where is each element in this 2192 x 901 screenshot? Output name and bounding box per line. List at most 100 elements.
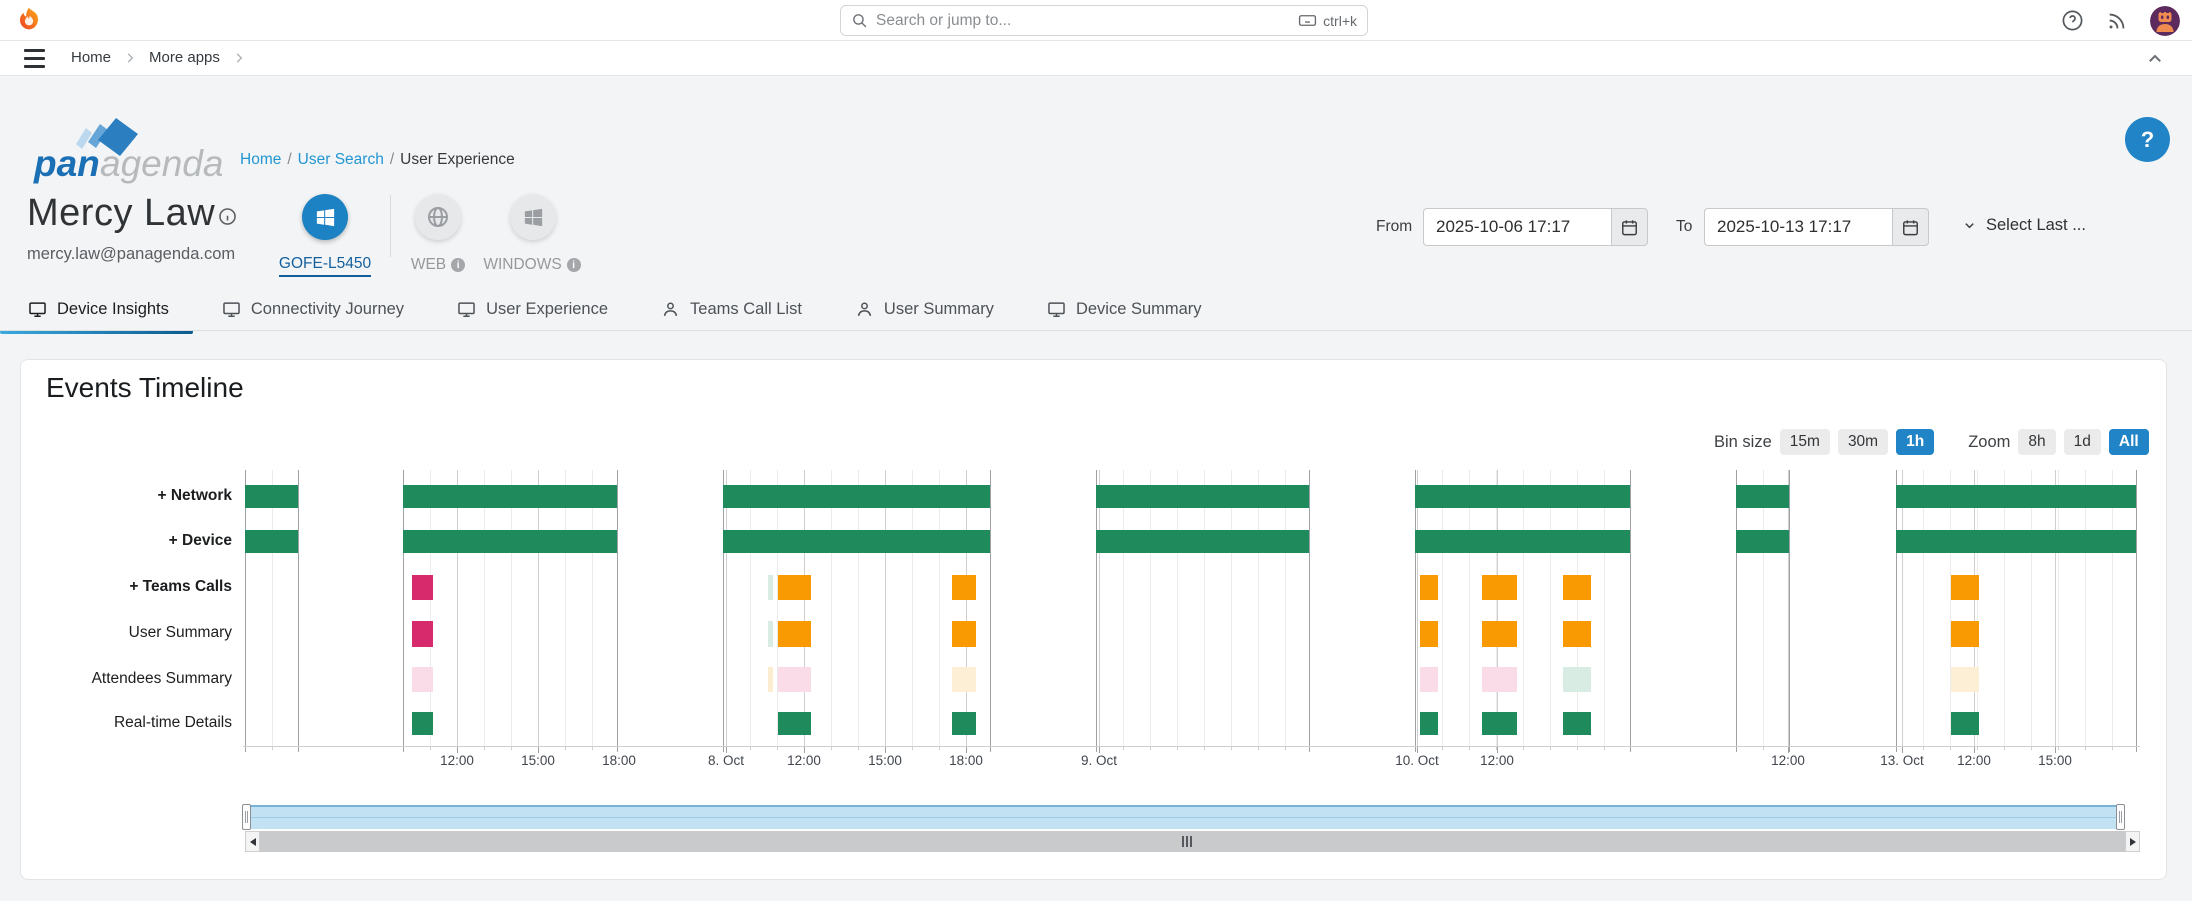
timeline-event[interactable] [412, 667, 433, 692]
scroll-left-button[interactable] [245, 831, 260, 852]
timeline-event[interactable] [778, 712, 811, 735]
tab-teams-call-list[interactable]: Teams Call List [661, 294, 802, 331]
horizontal-scrollbar[interactable] [245, 831, 2140, 852]
tab-device-insights[interactable]: Device Insights [28, 294, 169, 331]
tab-connectivity-journey[interactable]: Connectivity Journey [222, 294, 404, 331]
timeline-event[interactable] [1420, 575, 1438, 600]
timeline-event[interactable] [952, 575, 976, 600]
timeline-bar[interactable] [723, 530, 990, 553]
timeline-bar[interactable] [1096, 530, 1309, 553]
timeline-row-label[interactable]: + Device [0, 532, 232, 552]
timeline-event[interactable] [1951, 575, 1979, 600]
device-gofe-label[interactable]: GOFE-L5450 [270, 255, 380, 273]
chart-controls: Bin size 15m 30m 1h Zoom 8h 1d All [1714, 429, 2149, 455]
collapse-chevron-up-icon[interactable] [2146, 50, 2164, 68]
windows-icon [314, 206, 337, 229]
timeline-bar[interactable] [245, 530, 298, 553]
zoom-all-button[interactable]: All [2109, 429, 2149, 455]
tab-bar: Device Insights Connectivity Journey Use… [28, 294, 1202, 331]
tab-user-summary[interactable]: User Summary [855, 294, 994, 331]
timeline-event[interactable] [1563, 575, 1591, 600]
timeline-bar[interactable] [1736, 530, 1789, 553]
news-rss-icon[interactable] [2106, 10, 2128, 32]
slider-right-handle[interactable] [2116, 804, 2125, 830]
timeline-event[interactable] [768, 667, 773, 692]
to-date-input[interactable] [1704, 208, 1893, 246]
tab-user-experience[interactable]: User Experience [457, 294, 608, 331]
timeline-event[interactable] [778, 667, 811, 692]
timeline-event[interactable] [768, 575, 773, 600]
device-gofe-button[interactable] [302, 194, 348, 240]
timeline-row-label[interactable]: + Network [0, 487, 232, 507]
device-web-button[interactable] [415, 194, 461, 240]
device-windows-label[interactable]: WINDOWSi [466, 256, 598, 274]
timeline-row-label[interactable]: + Teams Calls [0, 578, 232, 598]
timeline-event[interactable] [1563, 621, 1591, 647]
bin-30m-button[interactable]: 30m [1838, 429, 1888, 455]
scrollbar-grip[interactable] [1182, 836, 1192, 847]
timeline-event[interactable] [1420, 712, 1438, 735]
app-breadcrumb-user-search[interactable]: User Search [298, 151, 384, 169]
slider-left-handle[interactable] [242, 804, 251, 830]
panagenda-logo[interactable]: pan agenda [24, 112, 224, 190]
timeline-event[interactable] [412, 621, 433, 647]
timeline-event[interactable] [1951, 667, 1979, 692]
zoom-8h-button[interactable]: 8h [2018, 429, 2055, 455]
info-badge-icon: i [567, 258, 581, 272]
tab-device-summary[interactable]: Device Summary [1047, 294, 1202, 331]
select-last-dropdown[interactable]: Select Last ... [1962, 216, 2086, 235]
timeline-event[interactable] [1563, 712, 1591, 735]
calendar-icon [1901, 218, 1920, 237]
timeline-event[interactable] [1482, 575, 1517, 600]
timeline-bar[interactable] [1415, 485, 1630, 508]
timeline-event[interactable] [1482, 712, 1517, 735]
app-breadcrumb-home[interactable]: Home [240, 151, 281, 169]
search-shortcut: ctrl+k [1298, 11, 1357, 30]
grafana-logo-icon[interactable] [15, 6, 43, 34]
timeline-event[interactable] [778, 575, 811, 600]
help-fab-button[interactable]: ? [2125, 117, 2170, 162]
timeline-event[interactable] [1420, 621, 1438, 647]
timeline-event[interactable] [412, 712, 433, 735]
timeline-event[interactable] [1420, 667, 1438, 692]
panel-title: Events Timeline [46, 372, 244, 404]
from-calendar-button[interactable] [1611, 208, 1648, 246]
timeline-range-slider[interactable] [247, 805, 2125, 829]
to-calendar-button[interactable] [1892, 208, 1929, 246]
timeline-event[interactable] [952, 667, 976, 692]
timeline-bar[interactable] [1415, 530, 1630, 553]
app-breadcrumb-current: User Experience [400, 151, 515, 169]
search-input[interactable] [876, 12, 1290, 30]
device-windows-button[interactable] [510, 194, 556, 240]
monitor-icon [1047, 300, 1066, 319]
timeline-bar[interactable] [723, 485, 990, 508]
timeline-event[interactable] [952, 621, 976, 647]
bin-15m-button[interactable]: 15m [1780, 429, 1830, 455]
help-icon[interactable] [2061, 9, 2084, 32]
timeline-bar[interactable] [1896, 530, 2136, 553]
timeline-bar[interactable] [1736, 485, 1789, 508]
user-avatar[interactable] [2150, 6, 2180, 36]
breadcrumb-more-apps[interactable]: More apps [149, 49, 220, 66]
timeline-bar[interactable] [403, 485, 617, 508]
scroll-right-button[interactable] [2125, 831, 2140, 852]
timeline-bar[interactable] [1096, 485, 1309, 508]
timeline-event[interactable] [952, 712, 976, 735]
timeline-event[interactable] [1563, 667, 1591, 692]
timeline-event[interactable] [1482, 621, 1517, 647]
timeline-event[interactable] [768, 621, 773, 647]
info-icon[interactable] [218, 207, 237, 226]
timeline-bar[interactable] [1896, 485, 2136, 508]
zoom-1d-button[interactable]: 1d [2064, 429, 2101, 455]
timeline-event[interactable] [412, 575, 433, 600]
from-date-input[interactable] [1423, 208, 1612, 246]
bin-1h-button[interactable]: 1h [1896, 429, 1934, 455]
timeline-event[interactable] [778, 621, 811, 647]
timeline-bar[interactable] [245, 485, 298, 508]
timeline-event[interactable] [1482, 667, 1517, 692]
breadcrumb-home[interactable]: Home [71, 49, 111, 66]
timeline-event[interactable] [1951, 712, 1979, 735]
menu-icon[interactable] [24, 49, 45, 68]
timeline-event[interactable] [1951, 621, 1979, 647]
timeline-bar[interactable] [403, 530, 617, 553]
